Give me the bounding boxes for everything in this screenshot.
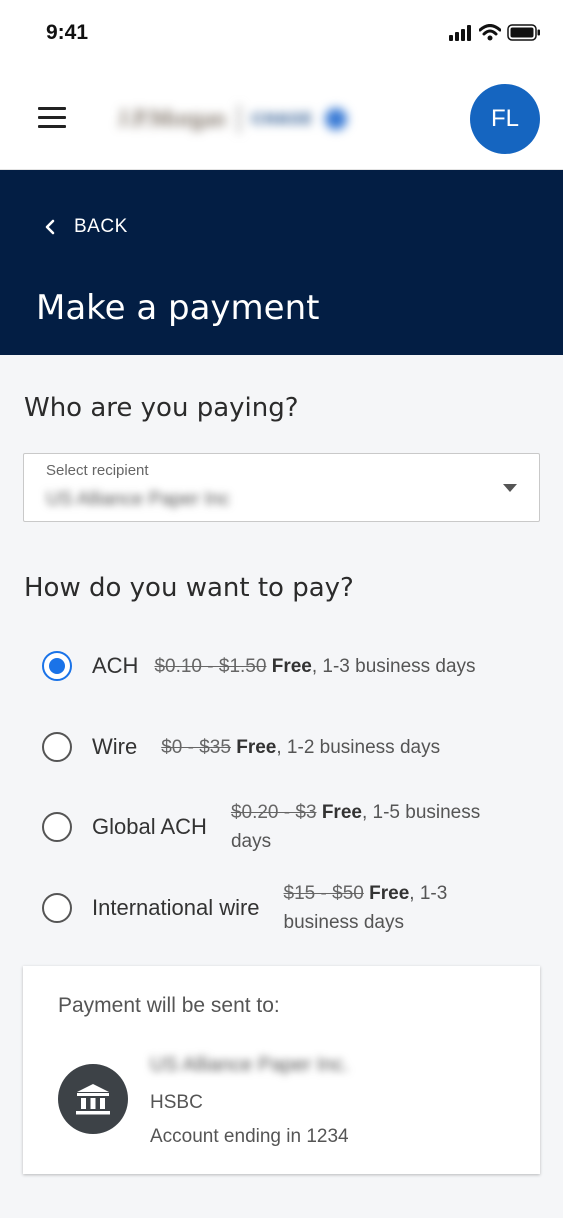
option-label: International wire xyxy=(92,895,260,920)
brand-logo: J.P.Morgan CHASE xyxy=(118,102,418,136)
option-description: $0.20 - $3 Free, 1-5 business days xyxy=(230,802,481,852)
logo-primary: J.P.Morgan xyxy=(118,105,226,132)
radio-ach[interactable] xyxy=(42,651,72,681)
avatar[interactable]: FL xyxy=(470,84,540,154)
chevron-left-icon xyxy=(45,219,55,235)
app-header: J.P.Morgan CHASE FL xyxy=(0,70,563,170)
option-label: ACH xyxy=(92,653,139,678)
option-label: Wire xyxy=(92,734,138,759)
recipient-select[interactable]: Select recipient US Alliance Paper Inc xyxy=(23,453,540,522)
hamburger-menu-icon[interactable] xyxy=(38,107,66,129)
payment-option-ach[interactable]: ACH $0.10 - $1.50 Free, 1-3 business day… xyxy=(42,651,476,681)
wifi-icon xyxy=(479,24,501,41)
page-header: BACK Make a payment xyxy=(0,170,563,355)
option-description: $0 - $35 Free, 1-2 business days xyxy=(161,736,441,758)
status-time: 9:41 xyxy=(46,21,89,44)
status-bar: 9:41 xyxy=(0,0,563,70)
card-title: Payment will be sent to: xyxy=(58,994,280,1017)
back-label: BACK xyxy=(74,216,128,237)
status-icons xyxy=(449,24,541,41)
signal-icon xyxy=(449,24,471,41)
account-number: Account ending in 1234 xyxy=(150,1126,349,1147)
payment-option-wire[interactable]: Wire $0 - $35 Free, 1-2 business days xyxy=(42,732,440,762)
logo-mark-icon xyxy=(324,108,347,130)
payee-name: US Alliance Paper Inc. xyxy=(150,1054,349,1076)
radio-global-ach[interactable] xyxy=(42,812,72,842)
logo-secondary: CHASE xyxy=(251,110,313,128)
bank-name: HSBC xyxy=(150,1092,203,1113)
bank-icon xyxy=(58,1064,128,1134)
caret-down-icon xyxy=(503,484,517,492)
payment-option-international-wire[interactable]: International wire $15 - $50 Free, 1-3 b… xyxy=(42,879,484,937)
page-title: Make a payment xyxy=(36,288,320,328)
battery-icon xyxy=(507,24,540,41)
radio-international-wire[interactable] xyxy=(42,893,72,923)
back-button[interactable]: BACK xyxy=(44,216,128,238)
recipient-heading: Who are you paying? xyxy=(24,393,299,423)
destination-card: Payment will be sent to: US Alliance Pap… xyxy=(23,966,540,1174)
select-value: US Alliance Paper Inc xyxy=(46,489,230,510)
payment-method-heading: How do you want to pay? xyxy=(24,573,354,603)
radio-wire[interactable] xyxy=(42,732,72,762)
select-label: Select recipient xyxy=(46,462,149,479)
option-label: Global ACH xyxy=(92,814,207,839)
option-description: $0.10 - $1.50 Free, 1-3 business days xyxy=(154,655,476,677)
payment-option-global-ach[interactable]: Global ACH $0.20 - $3 Free, 1-5 business… xyxy=(42,798,516,856)
option-description: $15 - $50 Free, 1-3 business days xyxy=(283,883,448,933)
